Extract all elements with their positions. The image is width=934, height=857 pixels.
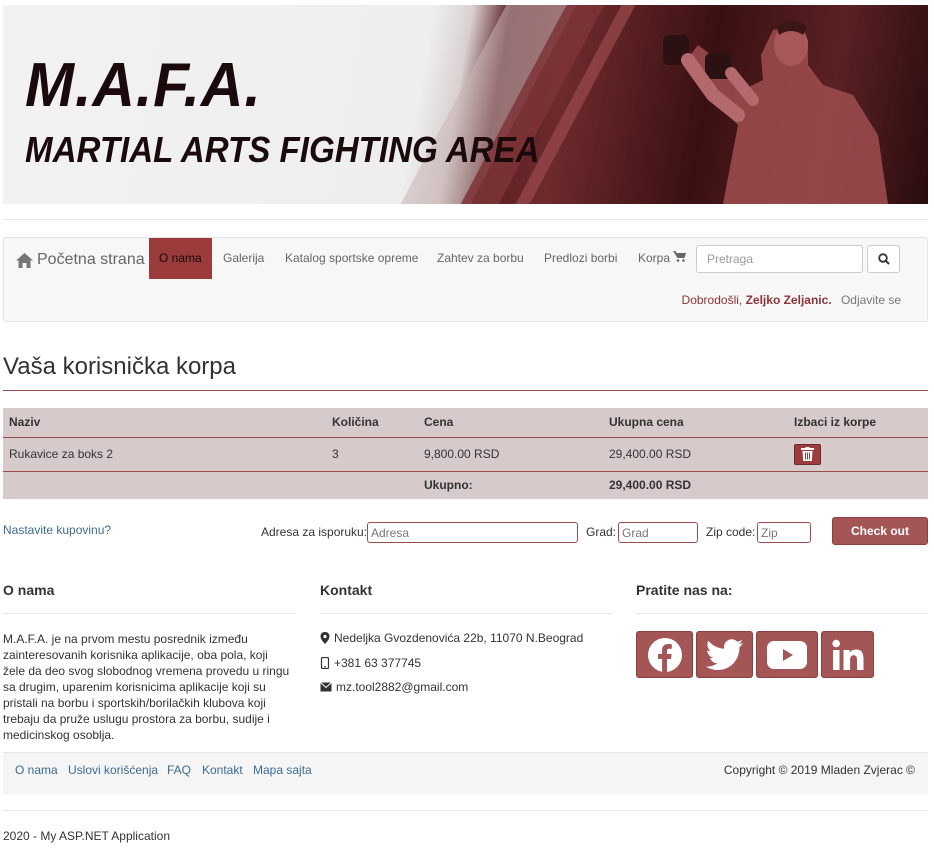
facebook-icon xyxy=(647,637,682,672)
follow-title: Pratite nas na: xyxy=(636,582,733,598)
divider xyxy=(3,810,928,811)
footer-link-uslovi[interactable]: Uslovi korišćenja xyxy=(68,763,158,777)
youtube-icon xyxy=(767,640,807,669)
continue-shopping-link[interactable]: Nastavite kupovinu? xyxy=(3,523,111,537)
divider xyxy=(3,219,928,220)
footer-link-mapa[interactable]: Mapa sajta xyxy=(253,763,312,777)
city-label: Grad: xyxy=(586,525,617,539)
phone-text: +381 63 377745 xyxy=(334,656,422,670)
column-header: Količina xyxy=(326,408,418,438)
search-icon xyxy=(877,253,890,265)
nav-item-galerija[interactable]: Galerija xyxy=(223,238,264,279)
nav-item-zahtev[interactable]: Zahtev za borbu xyxy=(437,238,524,279)
linkedin-button[interactable] xyxy=(821,631,874,678)
footer-bar: O nama Uslovi korišćenja FAQ Kontakt Map… xyxy=(3,752,928,794)
logout-link[interactable]: Odjavite se xyxy=(841,293,901,307)
linkedin-icon xyxy=(831,639,863,670)
column-header: Ukupna cena xyxy=(603,408,788,438)
logo-subtitle: MARTIAL ARTS FIGHTING AREA xyxy=(25,129,540,170)
hero-banner: M.A.F.A. MARTIAL ARTS FIGHTING AREA xyxy=(3,5,928,204)
search-button[interactable] xyxy=(867,245,900,273)
phone-icon xyxy=(320,657,330,669)
nav-item-korpa[interactable]: Korpa xyxy=(638,238,687,279)
address-label: Adresa za isporuku: xyxy=(261,525,368,539)
envelope-icon xyxy=(320,682,332,692)
youtube-button[interactable] xyxy=(756,631,818,678)
email-text[interactable]: mz.tool2882@gmail.com xyxy=(336,680,468,694)
total-label: Ukupno: xyxy=(424,478,473,493)
copyright-text: Copyright © 2019 Mladen Zvjerac © xyxy=(723,763,915,777)
contact-phone: +381 63 377745 xyxy=(320,656,421,670)
address-text: Nedeljka Gvozdenovića 22b, 11070 N.Beogr… xyxy=(334,631,584,645)
divider xyxy=(636,613,928,614)
table-header-row: Naziv Količina Cena Ukupna cena Izbaci i… xyxy=(3,408,928,438)
home-icon xyxy=(16,252,33,268)
zip-field[interactable] xyxy=(757,522,811,543)
nav-item-korpa-label: Korpa xyxy=(638,251,671,265)
nav-item-predlozi[interactable]: Predlozi borbi xyxy=(544,238,617,279)
remove-item-button[interactable] xyxy=(794,443,821,465)
item-total: 29,400.00 RSD xyxy=(603,437,788,472)
divider xyxy=(3,613,295,614)
page-title: Vaša korisnička korpa xyxy=(3,353,236,380)
welcome-text: Dobrodošli, xyxy=(681,293,743,307)
about-title: O nama xyxy=(3,582,55,598)
contact-title: Kontakt xyxy=(320,582,373,598)
contact-email: mz.tool2882@gmail.com xyxy=(320,680,468,694)
twitter-icon xyxy=(705,638,743,670)
total-row: Ukupno: 29,400.00 RSD xyxy=(3,471,928,499)
user-name-link[interactable]: Zeljko Zeljanic. xyxy=(746,293,832,307)
title-divider xyxy=(3,390,928,391)
navbar: Početna strana O nama Galerija Katalog s… xyxy=(3,237,928,322)
column-header: Cena xyxy=(418,408,603,438)
footer-link-kontakt[interactable]: Kontakt xyxy=(202,763,243,777)
nav-brand[interactable]: Početna strana xyxy=(16,250,145,270)
nav-item-katalog[interactable]: Katalog sportske opreme xyxy=(285,238,418,279)
table-row: Rukavice za boks 2 3 9,800.00 RSD 29,400… xyxy=(3,437,928,472)
item-qty: 3 xyxy=(326,437,418,472)
footer-link-faq[interactable]: FAQ xyxy=(167,763,191,777)
contact-address: Nedeljka Gvozdenovića 22b, 11070 N.Beogr… xyxy=(320,631,583,645)
item-name: Rukavice za boks 2 xyxy=(3,437,326,472)
nav-brand-label: Početna strana xyxy=(37,251,145,268)
map-marker-icon xyxy=(320,632,330,644)
city-field[interactable] xyxy=(618,522,698,543)
column-header: Izbaci iz korpe xyxy=(788,408,928,438)
divider xyxy=(320,613,612,614)
about-text: M.A.F.A. je na prvom mestu posrednik izm… xyxy=(3,632,290,742)
footer-link-o-nama[interactable]: O nama xyxy=(15,763,58,777)
zip-label: Zip code: xyxy=(706,525,756,539)
fighter-image xyxy=(663,20,888,204)
facebook-button[interactable] xyxy=(636,631,693,678)
item-price: 9,800.00 RSD xyxy=(418,437,603,472)
remove-cell xyxy=(788,437,928,472)
trash-icon xyxy=(801,447,814,461)
welcome-area: Dobrodošli, Zeljko Zeljanic. Odjavite se xyxy=(682,293,901,307)
cart-table: Naziv Količina Cena Ukupna cena Izbaci i… xyxy=(3,408,928,499)
total-value: 29,400.00 RSD xyxy=(609,478,692,493)
twitter-button[interactable] xyxy=(696,631,753,678)
column-header: Naziv xyxy=(3,408,326,438)
app-footer-text: 2020 - My ASP.NET Application xyxy=(3,829,170,843)
cart-icon xyxy=(673,251,687,262)
search-input[interactable] xyxy=(696,245,863,273)
address-field[interactable] xyxy=(367,522,578,543)
logo-title: M.A.F.A. xyxy=(25,51,262,120)
checkout-button[interactable]: Check out xyxy=(832,517,928,545)
nav-item-o-nama[interactable]: O nama xyxy=(149,238,212,279)
